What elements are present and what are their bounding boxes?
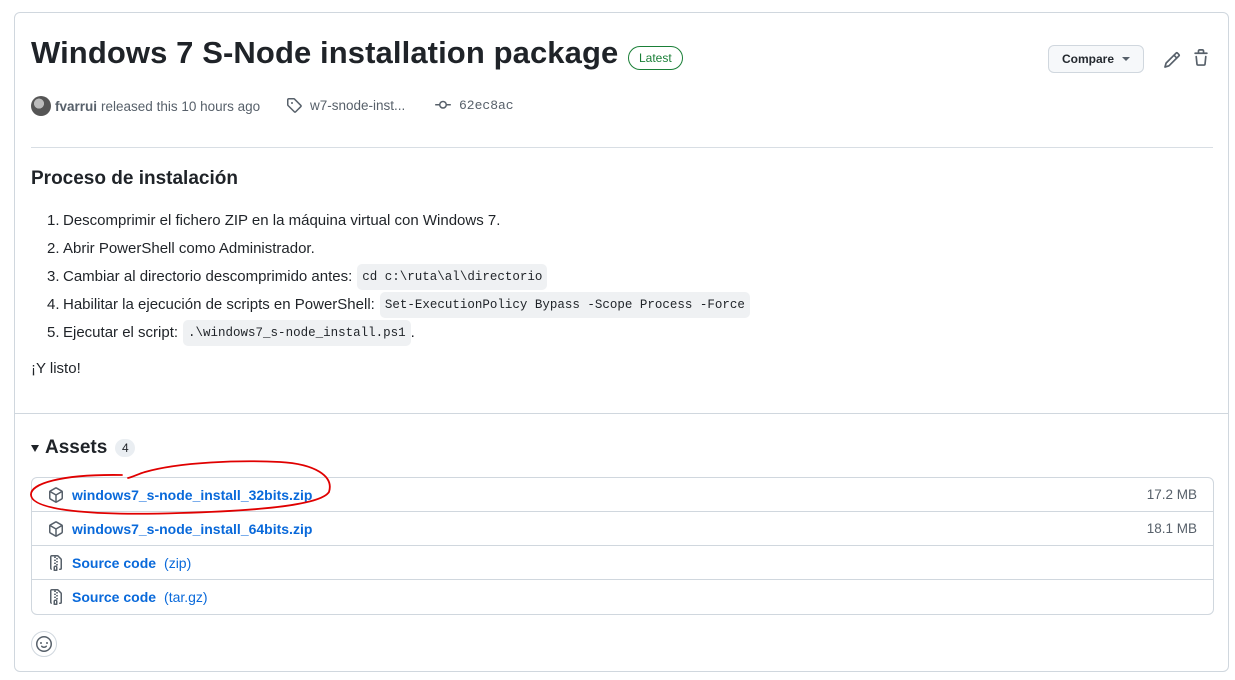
asset-format[interactable]: (zip) <box>164 555 191 571</box>
pencil-icon[interactable] <box>1163 51 1181 69</box>
list-item: 4. Habilitar la ejecución de scripts en … <box>47 291 750 319</box>
author-link[interactable]: fvarrui <box>55 99 97 114</box>
assets-list: windows7_s-node_install_32bits.zip 17.2 … <box>31 477 1214 615</box>
file-zip-icon <box>50 554 62 571</box>
git-commit-icon <box>435 100 451 109</box>
smiley-icon <box>36 636 52 652</box>
triangle-down-icon <box>31 444 39 452</box>
closing-text: ¡Y listo! <box>31 360 81 377</box>
step-text: Cambiar al directorio descomprimido ante… <box>63 268 353 285</box>
list-item: 5. Ejecutar el script: .\windows7_s-node… <box>47 319 750 347</box>
package-icon <box>49 486 63 503</box>
list-item: 2. Abrir PowerShell como Administrador. <box>47 235 750 263</box>
list-item: 3. Cambiar al directorio descomprimido a… <box>47 263 750 291</box>
add-reaction-button[interactable] <box>31 631 57 657</box>
asset-row: Source code (tar.gz) <box>32 580 1213 614</box>
tag-label: w7-snode-inst... <box>310 97 406 113</box>
tag-icon <box>287 98 302 113</box>
code-snippet: cd c:\ruta\al\directorio <box>357 264 548 290</box>
asset-format[interactable]: (tar.gz) <box>164 589 208 605</box>
asset-link[interactable]: Source code <box>72 589 156 605</box>
step-number: 3. <box>47 268 60 285</box>
step-number: 4. <box>47 296 60 313</box>
list-item: 1. Descomprimir el fichero ZIP en la máq… <box>47 207 750 235</box>
compare-button[interactable]: Compare <box>1048 45 1144 73</box>
trash-icon[interactable] <box>1192 49 1210 67</box>
compare-label: Compare <box>1061 52 1114 66</box>
release-meta: fvarrui released this 10 hours ago <box>31 95 260 117</box>
file-zip-icon <box>50 589 62 605</box>
step-suffix: . <box>410 324 415 341</box>
code-snippet: .\windows7_s-node_install.ps1 <box>183 320 411 346</box>
step-text: Ejecutar el script: <box>63 324 179 341</box>
step-number: 2. <box>47 240 60 257</box>
divider <box>31 147 1213 148</box>
assets-toggle[interactable]: Assets 4 <box>31 437 136 459</box>
commit-hash: 62ec8ac <box>459 97 514 113</box>
asset-size: 18.1 MB <box>1146 521 1197 536</box>
assets-count-badge: 4 <box>115 439 136 457</box>
asset-link[interactable]: windows7_s-node_install_32bits.zip <box>72 487 312 503</box>
asset-row: windows7_s-node_install_64bits.zip 18.1 … <box>32 512 1213 546</box>
install-steps: 1. Descomprimir el fichero ZIP en la máq… <box>47 207 750 347</box>
divider <box>15 413 1228 414</box>
commit-link[interactable]: 62ec8ac <box>435 97 514 113</box>
assets-heading: Assets <box>45 437 108 458</box>
step-text: Abrir PowerShell como Administrador. <box>63 240 315 257</box>
tag-link[interactable]: w7-snode-inst... <box>286 97 405 113</box>
step-number: 1. <box>47 212 60 229</box>
latest-badge: Latest <box>628 46 683 70</box>
asset-row: windows7_s-node_install_32bits.zip 17.2 … <box>32 478 1213 512</box>
code-snippet: Set-ExecutionPolicy Bypass -Scope Proces… <box>379 292 750 318</box>
release-title: Windows 7 S-Node installation package <box>31 35 619 70</box>
avatar[interactable] <box>31 96 51 116</box>
asset-row: Source code (zip) <box>32 546 1213 580</box>
release-card: Windows 7 S-Node installation package La… <box>14 12 1229 672</box>
step-text: Descomprimir el fichero ZIP en la máquin… <box>63 212 501 229</box>
caret-down-icon <box>1122 57 1130 61</box>
notes-heading: Proceso de instalación <box>31 168 238 189</box>
asset-size: 17.2 MB <box>1146 487 1197 502</box>
asset-link[interactable]: Source code <box>72 555 156 571</box>
step-number: 5. <box>47 324 60 341</box>
released-text: released this 10 hours ago <box>101 98 261 114</box>
asset-link[interactable]: windows7_s-node_install_64bits.zip <box>72 521 312 537</box>
package-icon <box>49 520 63 537</box>
step-text: Habilitar la ejecución de scripts en Pow… <box>63 296 375 313</box>
